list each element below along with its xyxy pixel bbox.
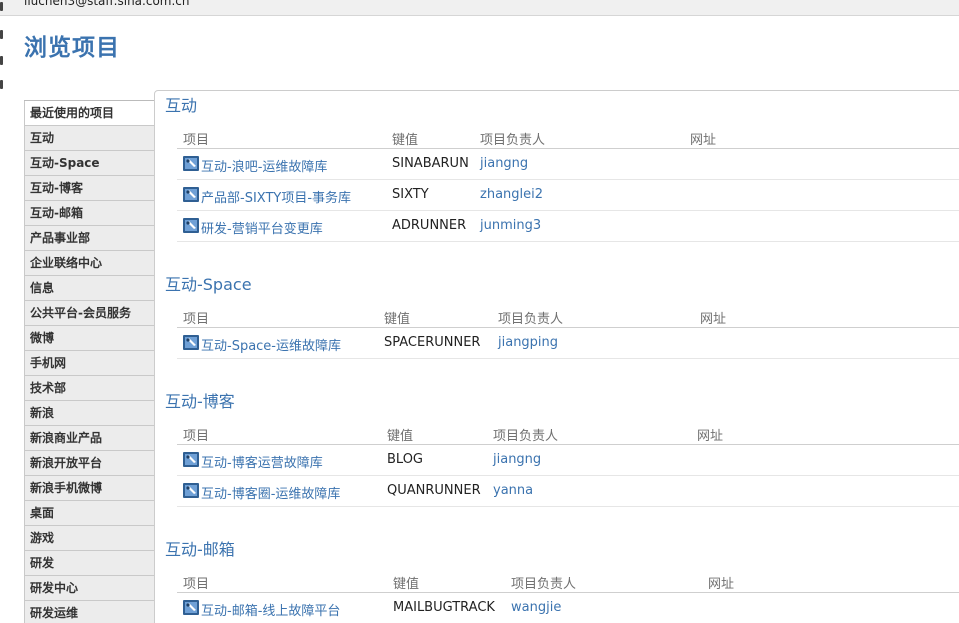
sidebar-item[interactable]: 互动-邮箱 (24, 201, 154, 226)
table-row: 互动-博客圈-运维故障库 QUANRUNNER yanna (177, 476, 959, 507)
column-header-key: 键值 (392, 133, 419, 148)
sidebar-item[interactable]: 信息 (24, 276, 154, 301)
section-title[interactable]: 互动-Space (165, 274, 959, 296)
table-header: 项目 键值 项目负责人 网址 (177, 125, 959, 149)
project-key: MAILBUGTRACK (393, 600, 495, 615)
sidebar-item[interactable]: 新浪手机微博 (24, 476, 154, 501)
sidebar-item[interactable]: 公共平台-会员服务 (24, 301, 154, 326)
sidebar-item[interactable]: 企业联络中心 (24, 251, 154, 276)
sidebar-item[interactable]: 研发 (24, 551, 154, 576)
project-key: SPACERUNNER (384, 335, 481, 350)
project-name-link[interactable]: 互动-博客圈-运维故障库 (201, 483, 340, 502)
project-icon (183, 452, 199, 467)
table-row: 研发-营销平台变更库 ADRUNNER junming3 (177, 211, 959, 242)
section-hudong-space: 互动-Space 项目 键值 项目负责人 网址互动-Space-运维故障库 SPACERU… (165, 274, 959, 359)
sidebar-item[interactable]: 最近使用的项目 (24, 101, 154, 126)
table-row: 产品部-SIXTY项目-事务库 SIXTY zhanglei2 (177, 180, 959, 211)
page-title: 浏览项目 (24, 35, 120, 61)
project-name-link[interactable]: 产品部-SIXTY项目-事务库 (201, 187, 351, 206)
project-icon (183, 483, 199, 498)
column-header-url: 网址 (697, 429, 724, 444)
sidebar-item[interactable]: 互动 (24, 126, 154, 151)
project-name-link[interactable]: 互动-Space-运维故障库 (201, 335, 341, 354)
project-name-link[interactable]: 互动-邮箱-线上故障平台 (201, 600, 340, 619)
table-header: 项目 键值 项目负责人 网址 (177, 569, 959, 593)
column-header-key: 键值 (384, 312, 411, 327)
project-icon (183, 156, 199, 171)
sidebar-item[interactable]: 技术部 (24, 376, 154, 401)
project-key: QUANRUNNER (387, 483, 481, 498)
column-header-lead: 项目负责人 (498, 312, 564, 327)
project-key: SINABARUN (392, 156, 469, 171)
column-header-project: 项目 (183, 133, 210, 148)
sidebar-item[interactable]: 产品事业部 (24, 226, 154, 251)
project-lead-link[interactable]: junming3 (480, 218, 541, 233)
sidebar-item[interactable]: 游戏 (24, 526, 154, 551)
section-hudong-mail: 互动-邮箱项目 键值 项目负责人 网址互动-邮箱-线上故障平台 MAILBUGTRACK… (165, 539, 959, 623)
project-list-panel: 互动 项目 键值 项目负责人 网址 互动-浪吧-运维故障库 SINABARUN jiangng… (154, 90, 959, 623)
table-header: 项目 键值 项目负责人 网址 (177, 421, 959, 445)
project-lead-link[interactable]: yanna (493, 483, 533, 498)
project-key: BLOG (387, 452, 424, 467)
column-header-lead: 项目负责人 (480, 133, 546, 148)
column-header-project: 项目 (183, 429, 210, 444)
table-row: 互动-博客运营故障库 BLOG jiangng (177, 445, 959, 476)
project-icon (183, 600, 199, 615)
top-bar: liuchen3@staff.sina.com.cn (0, 0, 959, 16)
window-edge (0, 0, 4, 623)
column-header-url: 网址 (700, 312, 727, 327)
project-lead-link[interactable]: jiangping (498, 335, 558, 350)
sidebar-item[interactable]: 微博 (24, 326, 154, 351)
project-lead-link[interactable]: jiangng (480, 156, 528, 171)
user-email[interactable]: liuchen3@staff.sina.com.cn (24, 0, 190, 8)
table-row: 互动-邮箱-线上故障平台 MAILBUGTRACK wangjie (177, 593, 959, 623)
column-header-project: 项目 (183, 312, 210, 327)
project-key: ADRUNNER (392, 218, 467, 233)
project-key: SIXTY (392, 187, 429, 202)
column-header-key: 键值 (393, 577, 420, 592)
table-row: 互动-Space-运维故障库 SPACERUNNER jiangping (177, 328, 959, 359)
section-hudong-blog: 互动-博客 项目 键值 项目负责人 网址 互动-博客运营故障库 BLOG jiangng 互动-… (165, 391, 959, 507)
project-name-link[interactable]: 互动-浪吧-运维故障库 (201, 156, 327, 175)
sidebar-item[interactable]: 研发中心 (24, 576, 154, 601)
sidebar-item[interactable]: 互动-Space (24, 151, 154, 176)
column-header-project: 项目 (183, 577, 210, 592)
sidebar-item[interactable]: 新浪开放平台 (24, 451, 154, 476)
project-name-link[interactable]: 研发-营销平台变更库 (201, 218, 323, 237)
table-row: 互动-浪吧-运维故障库 SINABARUN jiangng (177, 149, 959, 180)
column-header-lead: 项目负责人 (493, 429, 559, 444)
sidebar-item[interactable]: 互动-博客 (24, 176, 154, 201)
sidebar-item[interactable]: 新浪 (24, 401, 154, 426)
project-lead-link[interactable]: zhanglei2 (480, 187, 543, 202)
section-title[interactable]: 互动-邮箱 (165, 539, 959, 561)
column-header-url: 网址 (708, 577, 735, 592)
category-sidebar: 最近使用的项目 互动 互动-Space 互动-博客 互动-邮箱 产品事业部 企业联络中心 信息… (24, 100, 154, 623)
column-header-url: 网址 (690, 133, 717, 148)
project-lead-link[interactable]: jiangng (493, 452, 541, 467)
column-header-key: 键值 (387, 429, 414, 444)
project-icon (183, 187, 199, 202)
project-lead-link[interactable]: wangjie (511, 600, 561, 615)
sidebar-item[interactable]: 桌面 (24, 501, 154, 526)
table-header: 项目 键值 项目负责人 网址 (177, 304, 959, 328)
project-icon (183, 218, 199, 233)
section-hudong: 互动项目 键值 项目负责人 网址互动-浪吧-运维故障库 SINABARUN jiangng… (165, 95, 959, 242)
project-icon (183, 335, 199, 350)
sidebar-item[interactable]: 新浪商业产品 (24, 426, 154, 451)
section-title[interactable]: 互动-博客 (165, 391, 959, 413)
sidebar-item[interactable]: 手机网 (24, 351, 154, 376)
sidebar-item[interactable]: 研发运维 (24, 601, 154, 623)
section-title[interactable]: 互动 (165, 95, 959, 117)
project-name-link[interactable]: 互动-博客运营故障库 (201, 452, 323, 471)
column-header-lead: 项目负责人 (511, 577, 577, 592)
